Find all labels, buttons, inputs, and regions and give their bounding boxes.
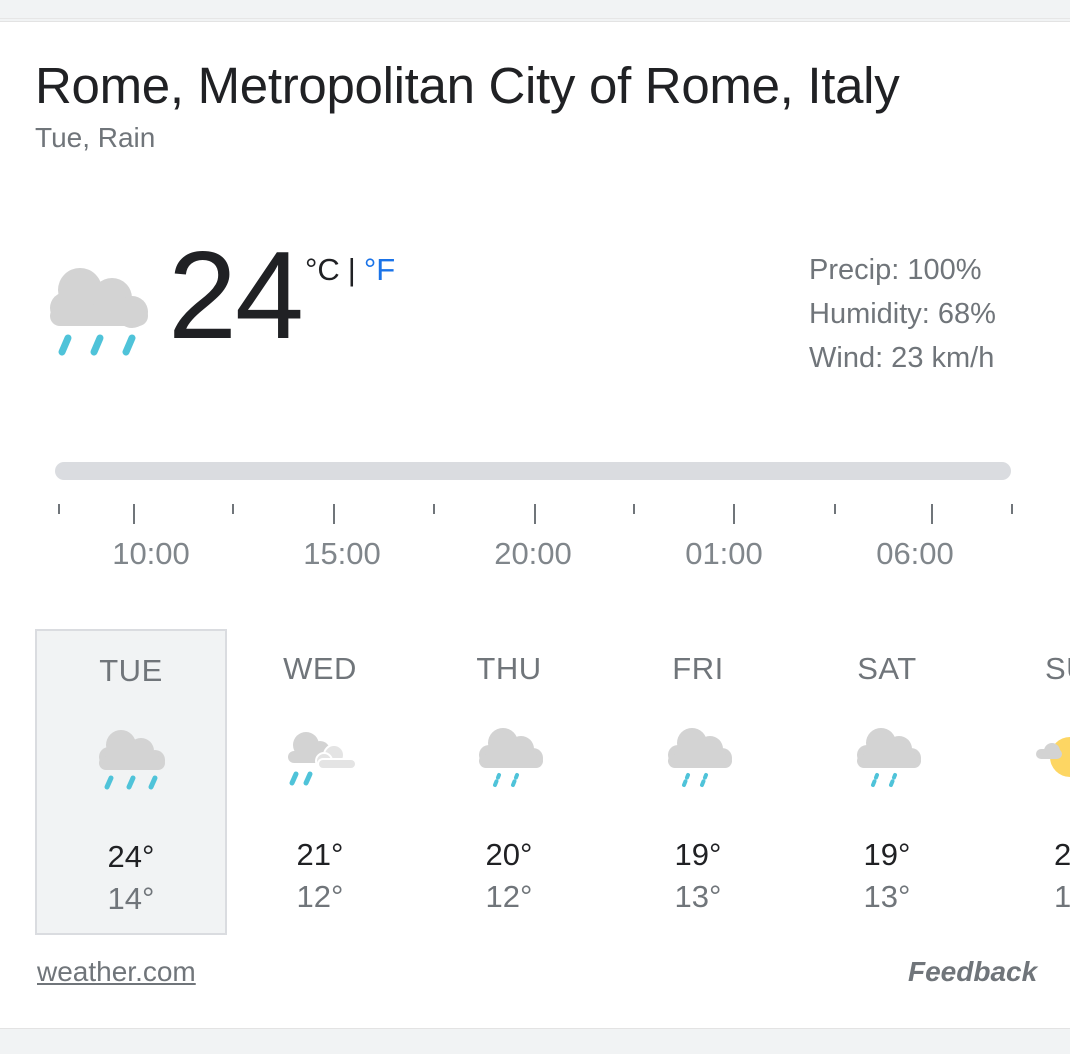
tick — [1011, 504, 1013, 514]
forecast-day-sun[interactable]: SU 2 1 — [980, 629, 1070, 935]
time-label: 15:00 — [303, 536, 381, 571]
high-temp: 19° — [863, 837, 911, 872]
high-temp: 24° — [107, 839, 155, 874]
fahrenheit-unit[interactable]: °F — [364, 252, 395, 287]
time-label: 10:00 — [112, 536, 190, 571]
forecast-day-tue[interactable]: TUE 24° 14° — [35, 629, 227, 935]
source-link[interactable]: weather.com — [37, 956, 196, 988]
low-temp: 12° — [296, 879, 344, 914]
tick — [834, 504, 836, 514]
location-title: Rome, Metropolitan City of Rome, Italy — [35, 57, 900, 114]
unit-separator: | — [347, 252, 356, 287]
light-rain-icon — [479, 728, 543, 787]
partly-sunny-icon — [1036, 737, 1070, 777]
day-name: THU — [476, 651, 542, 686]
tick — [534, 504, 536, 524]
feedback-link[interactable]: Feedback — [908, 956, 1037, 988]
tick — [232, 504, 234, 514]
time-label: 06:00 — [876, 536, 954, 571]
low-temp: 13° — [863, 879, 911, 914]
day-name: SAT — [857, 651, 917, 686]
tick — [333, 504, 335, 524]
light-rain-icon — [857, 728, 921, 787]
condition-subtitle: Tue, Rain — [35, 122, 156, 153]
time-label: 01:00 — [685, 536, 763, 571]
tick — [433, 504, 435, 514]
low-temp: 13° — [674, 879, 722, 914]
light-rain-icon — [668, 728, 732, 787]
day-name: TUE — [99, 653, 163, 688]
weather-card: Rome, Metropolitan City of Rome, Italy T… — [0, 21, 1070, 1029]
low-temp: 14° — [107, 881, 155, 916]
forecast-day-sat[interactable]: SAT 19° 13° — [791, 629, 983, 935]
forecast-day-fri[interactable]: FRI 19° 13° — [602, 629, 794, 935]
current-temperature: 24 — [168, 227, 304, 365]
tick — [931, 504, 933, 524]
weather-stats: Precip: 100% Humidity: 68% Wind: 23 km/h — [809, 248, 996, 380]
celsius-unit[interactable]: °C — [305, 252, 340, 287]
wind-stat: Wind: 23 km/h — [809, 342, 995, 374]
time-label: 20:00 — [494, 536, 572, 571]
day-name: WED — [283, 651, 357, 686]
humidity-stat: Humidity: 68% — [809, 298, 996, 330]
tick — [733, 504, 735, 524]
hourly-scrollbar[interactable] — [55, 462, 1011, 480]
precip-stat: Precip: 100% — [809, 254, 982, 286]
rain-icon — [50, 268, 148, 356]
low-temp: 12° — [485, 879, 533, 914]
forecast-day-wed[interactable]: WED 21° 12° — [224, 629, 416, 935]
tick — [633, 504, 635, 514]
tick — [58, 504, 60, 514]
high-temp: 20° — [485, 837, 533, 872]
hourly-ticks — [0, 500, 1070, 530]
unit-toggle: °C | °F — [305, 252, 395, 288]
top-strip — [0, 0, 1070, 19]
high-temp: 19° — [674, 837, 722, 872]
day-name: SU — [1045, 651, 1070, 686]
high-temp: 2 — [1054, 837, 1070, 872]
rain-icon — [99, 730, 165, 790]
forecast-day-thu[interactable]: THU 20° 12° — [413, 629, 605, 935]
day-name: FRI — [672, 651, 724, 686]
rain-cloudy-icon — [288, 732, 356, 786]
tick — [133, 504, 135, 524]
low-temp: 1 — [1054, 879, 1070, 914]
high-temp: 21° — [296, 837, 344, 872]
